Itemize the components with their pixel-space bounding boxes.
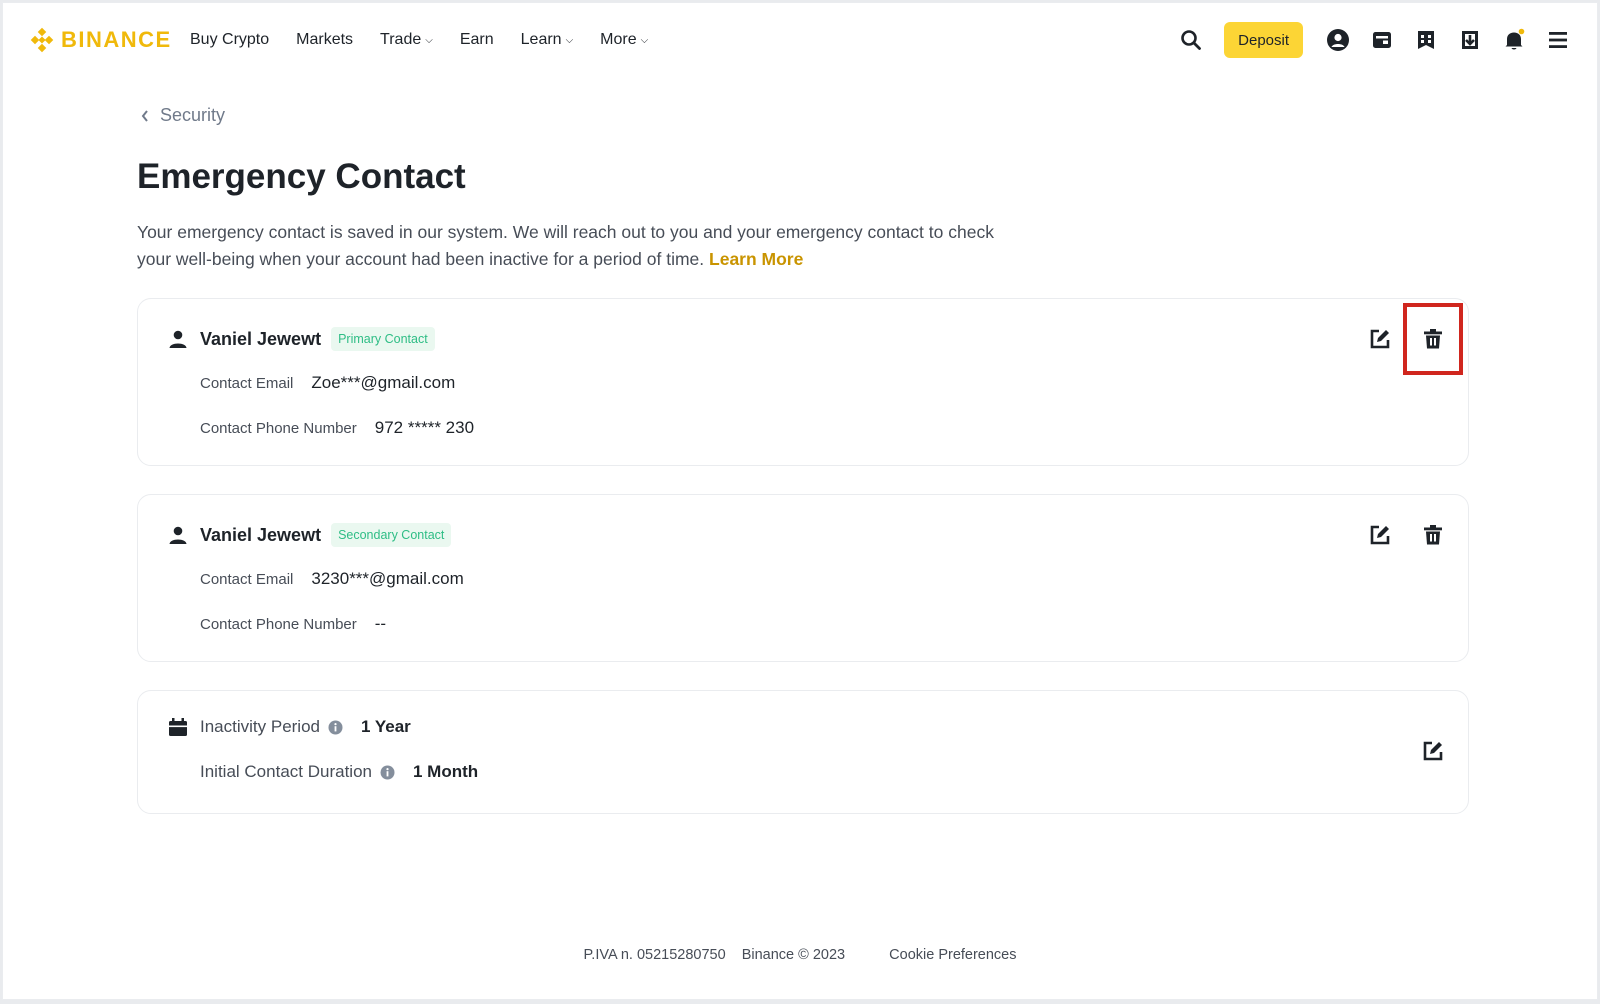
contact-phone-label: Contact Phone Number [200,419,357,437]
primary-contact-card: Vaniel Jewewt Primary Contact Contact Em… [137,298,1469,466]
nav-label: Buy Crypto [190,31,270,48]
primary-contact-badge: Primary Contact [331,327,435,351]
edit-icon [1370,525,1390,545]
cookie-preferences-link[interactable]: Cookie Preferences [889,947,1016,963]
search-icon[interactable] [1178,27,1204,53]
contact-phone-value: 972 ***** 230 [374,418,475,437]
top-header: BINANCE Buy Crypto Markets Trade ⌵ Earn L… [3,3,1597,79]
nav-label: Learn [520,31,562,48]
nav-learn[interactable]: Learn ⌵ [521,31,574,49]
menu-icon[interactable] [1545,27,1571,53]
edit-inactivity-settings-button[interactable] [1419,737,1447,765]
calendar-icon [169,718,187,736]
nav-trade[interactable]: Trade ⌵ [380,31,433,49]
nav-label: Trade [380,31,422,48]
initial-contact-duration-label: Initial Contact Duration [200,762,372,781]
learn-more-link[interactable]: Learn More [709,249,803,269]
footer-copyright: Binance © 2023 [741,947,846,963]
contact-email-value: 3230***@gmail.com [311,569,464,588]
delete-secondary-contact-button[interactable] [1419,521,1447,549]
user-icon [169,330,187,348]
edit-primary-contact-button[interactable] [1366,325,1394,353]
nav-markets[interactable]: Markets [296,31,353,49]
page-frame: BINANCE Buy Crypto Markets Trade ⌵ Earn L… [2,2,1598,1000]
nav-label: More [600,31,637,48]
inactivity-period-value: 1 Year [361,717,411,736]
inactivity-settings-card: Inactivity Period 1 Year Initial Contact… [137,690,1469,814]
page-footer: P.IVA n. 05215280750 Binance © 2023 Cook… [3,947,1597,963]
contact-email-row: Contact Email Zoe***@gmail.com [200,373,455,393]
header-tools: Deposit [1160,22,1571,58]
description-text: Your emergency contact is saved in our s… [137,222,994,269]
chevron-left-icon [141,109,148,122]
account-icon[interactable] [1325,27,1351,53]
page-title: Emergency Contact [137,157,466,196]
contact-name: Vaniel Jewewt [200,524,322,545]
contact-email-label: Contact Email [200,374,294,392]
info-icon[interactable] [328,720,343,735]
chevron-down-icon: ⌵ [565,34,574,46]
highlight-box [1403,303,1463,375]
nav-earn[interactable]: Earn [460,31,494,49]
inactivity-period-row: Inactivity Period 1 Year [168,717,411,737]
nav-label: Earn [459,31,494,48]
download-icon[interactable] [1457,27,1483,53]
contact-email-row: Contact Email 3230***@gmail.com [200,569,464,589]
contact-name-row: Vaniel Jewewt Primary Contact [168,327,435,351]
trash-icon [1424,525,1442,545]
initial-contact-duration-row: Initial Contact Duration 1 Month [200,762,478,782]
contact-phone-row: Contact Phone Number 972 ***** 230 [200,418,474,438]
inactivity-period-label: Inactivity Period [200,717,320,736]
edit-secondary-contact-button[interactable] [1366,521,1394,549]
user-icon [169,526,187,544]
bell-icon[interactable] [1501,27,1527,53]
orders-icon[interactable] [1413,27,1439,53]
nav-label: Markets [296,31,354,48]
main-nav: Buy Crypto Markets Trade ⌵ Earn Learn ⌵ Mo… [190,31,675,49]
chevron-down-icon: ⌵ [425,34,433,46]
nav-more[interactable]: More ⌵ [600,31,648,49]
binance-logo[interactable]: BINANCE [29,27,172,53]
breadcrumb-label: Security [160,105,226,125]
brand-name: BINANCE [61,27,172,52]
initial-contact-duration-value: 1 Month [412,762,479,781]
contact-name: Vaniel Jewewt [200,328,322,349]
info-icon[interactable] [380,765,395,780]
contact-phone-label: Contact Phone Number [200,615,357,633]
breadcrumb-back[interactable]: Security [140,105,225,126]
footer-piva: P.IVA n. 05215280750 [583,947,726,963]
nav-buy-crypto[interactable]: Buy Crypto [190,31,269,49]
chevron-down-icon: ⌵ [640,34,649,46]
contact-phone-row: Contact Phone Number -- [200,614,386,634]
wallet-icon[interactable] [1369,27,1395,53]
contact-email-value: Zoe***@gmail.com [311,373,456,392]
edit-icon [1423,741,1443,761]
secondary-contact-card: Vaniel Jewewt Secondary Contact Contact … [137,494,1469,662]
contact-name-row: Vaniel Jewewt Secondary Contact [168,523,452,547]
contact-email-label: Contact Email [200,570,294,588]
edit-icon [1370,329,1390,349]
binance-logo-icon [30,27,54,53]
contact-phone-value: -- [374,614,387,633]
page-description: Your emergency contact is saved in our s… [137,219,997,273]
secondary-contact-badge: Secondary Contact [331,523,452,547]
deposit-button[interactable]: Deposit [1224,22,1303,58]
